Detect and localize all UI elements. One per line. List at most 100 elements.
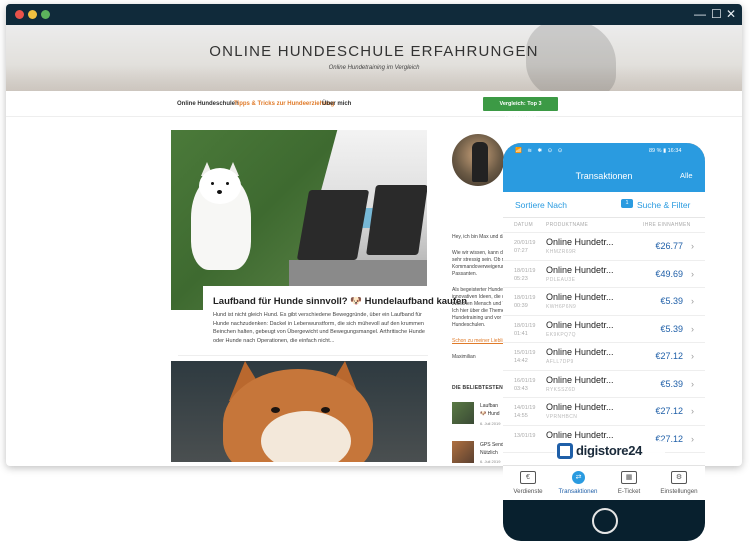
transaction-row[interactable]: 16/01/19 03:43 Online Hundetr... RYKSSZ6D €5…	[503, 370, 705, 398]
nav-ueber-mich[interactable]: Über mich	[322, 101, 351, 107]
sidebar-paragraph-line: innovativen Ideen, die d	[452, 294, 504, 300]
filter-count-badge: 1	[621, 199, 633, 208]
sidebar-paragraph-line: zwischen Mensch und T	[452, 301, 504, 307]
chevron-right-icon: ›	[691, 296, 694, 306]
site-subtitle: Online Hundetraining im Vergleich	[328, 65, 420, 71]
tab-eticket[interactable]: ▦ E-Ticket	[604, 466, 654, 500]
chevron-right-icon: ›	[691, 323, 694, 334]
maximize-icon[interactable]: ☐	[711, 7, 722, 21]
tab-label: Verdienste	[513, 488, 543, 495]
status-icons: 📶 ≋ ✱ ⊙ ⊙	[515, 148, 565, 154]
column-income: IHRE EINNAHMEN	[643, 222, 691, 228]
transaction-product: Online Hundetr...	[546, 374, 614, 385]
transaction-amount: €5.39	[660, 296, 683, 306]
transaction-row[interactable]: 18/01/19 01:41 Online Hundetr... EK9KPQ7Q €5…	[503, 315, 705, 343]
transaction-row[interactable]: 20/01/19 07:27 Online Hundetr... KHMZR69R €2…	[503, 233, 705, 261]
chevron-right-icon: ›	[691, 433, 694, 444]
site-header-hero: ONLINE HUNDESCHULE ERFAHRUNGEN Online Hu…	[6, 25, 742, 91]
tab-label: E-Ticket	[617, 488, 641, 495]
column-product: PRODUKTNAME	[546, 222, 589, 228]
chevron-right-icon: ›	[691, 406, 694, 416]
popular-post-thumbnail[interactable]	[452, 402, 474, 424]
transaction-row[interactable]: 14/01/19 14:55 Online Hundetr... VPRNHBCN €2…	[503, 398, 705, 426]
transaction-date: 15/01/19 14:42	[514, 350, 536, 364]
transaction-date: 18/01/19 00:39	[514, 295, 536, 309]
close-icon[interactable]: ✕	[726, 7, 736, 21]
chevron-right-icon: ›	[691, 378, 694, 389]
popular-posts-heading: DIE BELIEBTESTEN BEI	[452, 385, 506, 391]
transaction-amount: €27.12	[655, 351, 683, 361]
tab-label: Transaktionen	[558, 488, 598, 495]
article-image-treadmill-dog[interactable]	[171, 130, 427, 310]
all-button[interactable]: Alle	[680, 171, 693, 180]
column-date: DATUM	[514, 222, 533, 228]
bottom-tab-bar: € Verdienste ⇄ Transaktionen ▦ E-Ticket …	[503, 465, 705, 500]
euro-icon: €	[520, 471, 536, 484]
digistore-logo-icon	[557, 443, 573, 459]
home-button[interactable]	[592, 508, 618, 534]
transaction-code: VPRNHBCN	[546, 414, 578, 420]
close-traffic-light[interactable]	[15, 10, 24, 19]
main-navigation: Online Hundeschulen Tipps & Tricks zur H…	[6, 91, 742, 121]
tab-einstellungen[interactable]: ⚙ Einstellungen	[654, 466, 704, 500]
tab-verdienste[interactable]: € Verdienste	[503, 466, 553, 500]
divider	[178, 355, 428, 356]
nav-tipps-tricks[interactable]: Tipps & Tricks zur Hundeerziehung	[234, 101, 334, 107]
sort-button[interactable]: Sortiere Nach	[515, 200, 567, 210]
sidebar-paragraph-line: Kommandoverweigerun	[452, 264, 504, 270]
phone-mockup: 📶 ≋ ✱ ⊙ ⊙ 89 % ▮ 16:34 Transaktionen All…	[503, 143, 705, 541]
transaction-amount: €26.77	[655, 241, 683, 251]
transaction-product: Online Hundetr...	[546, 402, 614, 412]
transaction-amount: €5.39	[660, 378, 683, 389]
transaction-code: PDLEAU3E	[546, 276, 576, 283]
treadmill-shape	[296, 190, 370, 260]
minimize-traffic-light[interactable]	[28, 10, 37, 19]
sidebar-paragraph-line: Wie wir wissen, kann da	[452, 250, 504, 256]
treadmill-shape	[366, 185, 427, 255]
transaction-product: Online Hundetr...	[546, 292, 614, 302]
transaction-date: 14/01/19 14:55	[514, 405, 536, 419]
qr-code-icon: ▦	[621, 471, 637, 484]
transaction-date: 16/01/19 03:43	[514, 377, 536, 392]
sidebar-paragraph-line: Ich hier über die Theme	[452, 308, 504, 314]
transaction-product: Online Hundetr...	[546, 347, 614, 357]
site-title[interactable]: ONLINE HUNDESCHULE ERFAHRUNGEN	[6, 43, 742, 60]
status-bar: 📶 ≋ ✱ ⊙ ⊙ 89 % ▮ 16:34	[503, 143, 705, 159]
transaction-amount: €49.69	[655, 268, 683, 279]
article-title[interactable]: Laufband für Hunde sinnvoll? 🐶 Hundelauf…	[213, 296, 467, 307]
author-avatar	[452, 134, 504, 186]
sidebar-intro: Hey, ich bin Max und da	[452, 234, 504, 240]
tab-transaktionen[interactable]: ⇄ Transaktionen	[553, 466, 603, 500]
transaction-row[interactable]: 18/01/19 00:39 Online Hundetr... KWH6P6N9 €5…	[503, 288, 705, 316]
screen-title: Transaktionen	[575, 171, 633, 181]
status-battery-time: 89 % ▮ 16:34	[649, 148, 682, 154]
transaction-date: 20/01/19 07:27	[514, 240, 536, 254]
transaction-product: Online Hundetr...	[546, 319, 614, 330]
tab-label: Einstellungen	[660, 488, 698, 495]
nav-online-hundeschulen[interactable]: Online Hundeschulen	[177, 101, 239, 107]
sidebar-paragraph-line: sehr stressig sein. Ob n	[452, 257, 504, 263]
popular-post-thumbnail[interactable]	[452, 441, 474, 463]
sidebar-favorite-link[interactable]: Schon zu meiner Lieblin	[452, 338, 506, 344]
transaction-row[interactable]: 18/01/19 05:23 Online Hundetr... PDLEAU3E €4…	[503, 260, 705, 288]
popular-post-date: 6. Juli 2019	[480, 459, 501, 464]
transaction-product: Online Hundetr...	[546, 264, 614, 275]
transaction-row[interactable]: 15/01/19 14:42 Online Hundetr... AFLL7DP9 €2…	[503, 343, 705, 371]
transaction-amount: €27.12	[655, 406, 683, 416]
minimize-icon[interactable]: —	[694, 7, 706, 21]
search-filter-button[interactable]: Suche & Filter	[637, 200, 690, 210]
transaction-date: 13/01/19	[514, 432, 536, 439]
transaction-product: Online Hundetr...	[546, 429, 614, 440]
article-excerpt: Hund ist nicht gleich Hund. Es gibt vers…	[213, 312, 425, 344]
transaction-code: KWH6P6N9	[546, 304, 577, 310]
sidebar-paragraph-line: Passanten.	[452, 271, 478, 277]
sidebar-paragraph-line: Hundetraining und vor	[452, 315, 502, 321]
article-image-shiba[interactable]	[171, 361, 427, 462]
zoom-traffic-light[interactable]	[41, 10, 50, 19]
transaction-amount: €5.39	[660, 323, 683, 334]
transaction-code: EK9KPQ7Q	[546, 331, 576, 338]
compare-top3-button[interactable]: Vergleich: Top 3 Onlinekurse	[483, 97, 558, 121]
transaction-date: 18/01/19 05:23	[514, 267, 536, 282]
transaction-code: AFLL7DP9	[546, 359, 574, 365]
filter-bar: Sortiere Nach 1 Suche & Filter	[503, 192, 705, 218]
